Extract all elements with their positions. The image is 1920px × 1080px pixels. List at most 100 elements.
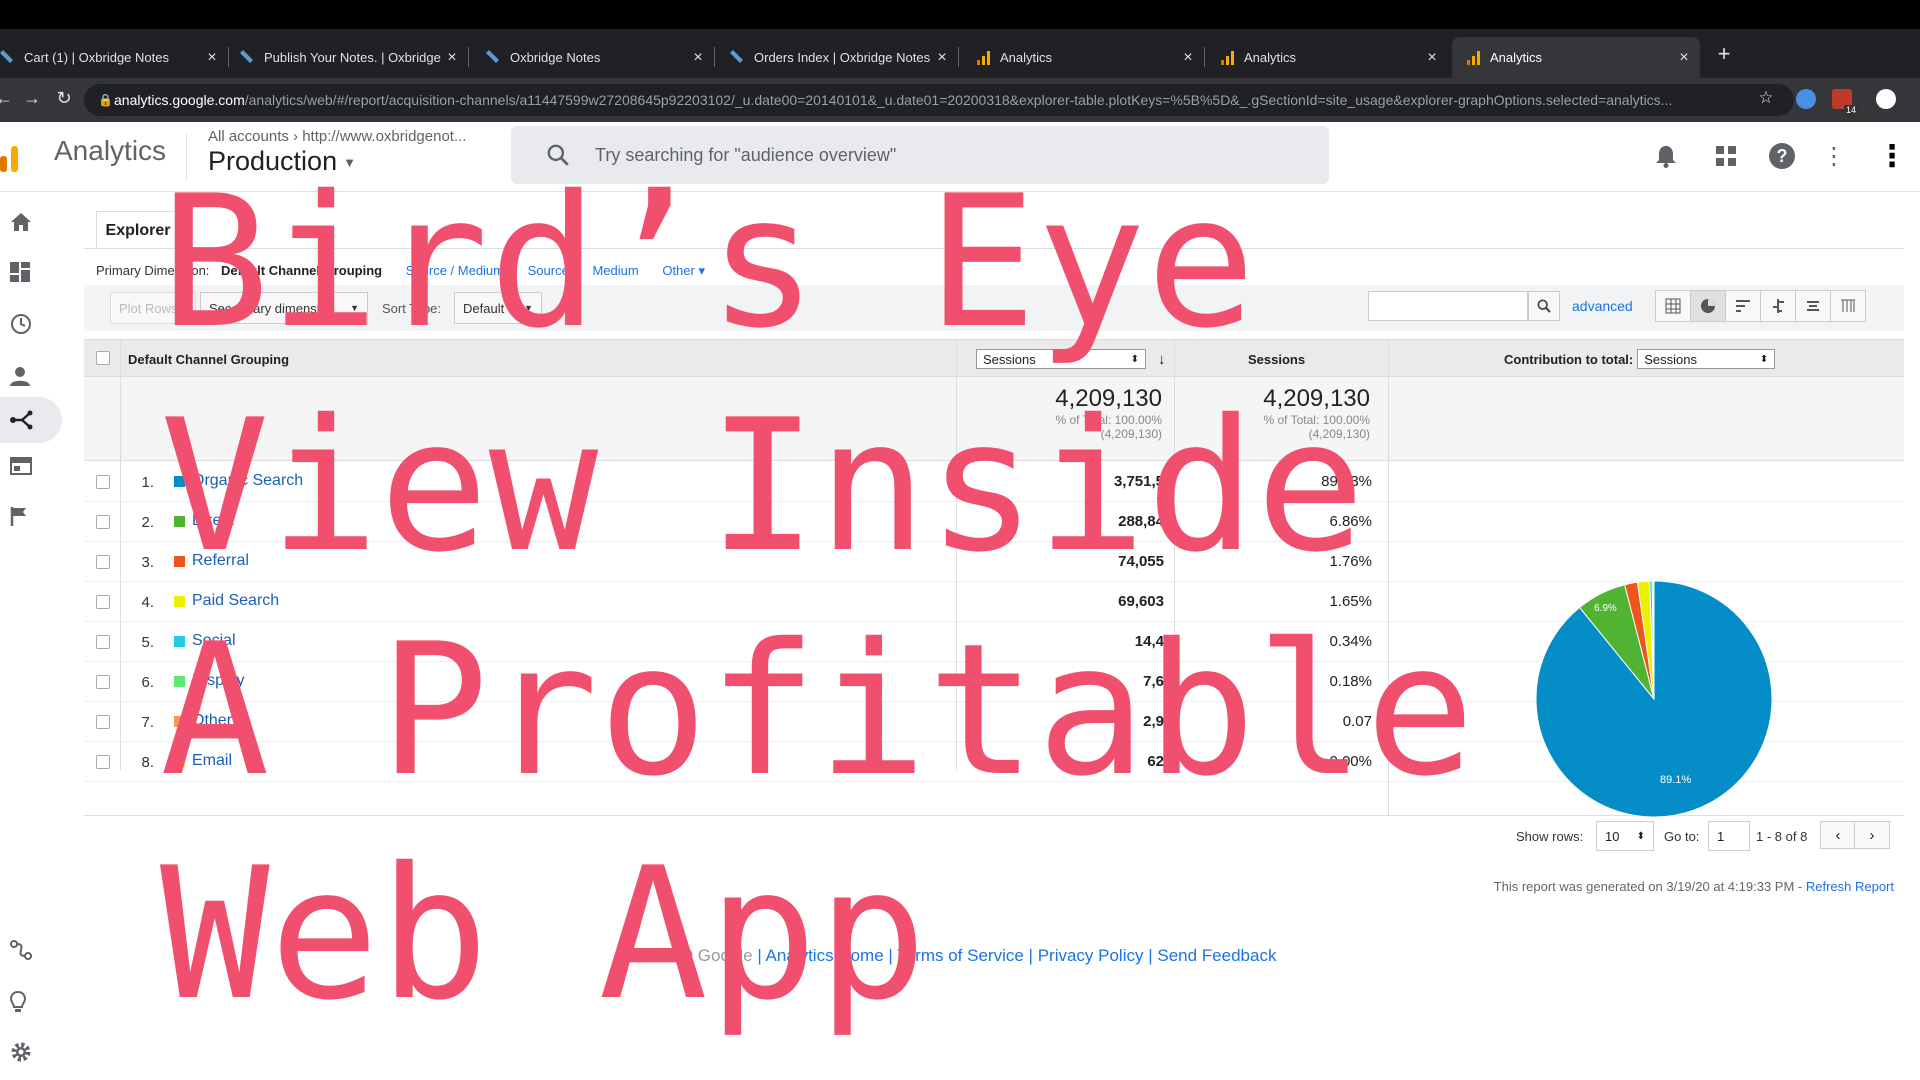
tab-explorer[interactable]: Explorer — [96, 211, 180, 249]
sort-descending-arrow-icon[interactable]: ↓ — [1158, 351, 1166, 368]
tab-title: Publish Your Notes. | Oxbridge N — [264, 50, 442, 65]
header-dimension[interactable]: Default Channel Grouping — [128, 340, 289, 378]
column-divider — [956, 339, 957, 771]
channel-link[interactable]: Organic Search — [192, 472, 303, 490]
close-tab-icon[interactable]: × — [1674, 49, 1694, 67]
browser-tab[interactable]: Orders Index | Oxbridge Notes × — [724, 37, 959, 78]
refresh-report-link[interactable]: Refresh Report — [1806, 879, 1894, 894]
row-checkbox[interactable] — [96, 555, 110, 569]
dimension-link-source[interactable]: Source — [528, 263, 569, 278]
row-checkbox[interactable] — [96, 515, 110, 529]
header-sessions[interactable]: Sessions — [1248, 340, 1305, 378]
more-vert-icon[interactable]: ⋮ — [1818, 140, 1850, 172]
sessions-value: 74,055 — [1118, 553, 1164, 570]
row-index: 8. — [141, 754, 154, 771]
header-metric-selector[interactable]: Sessions ⬍ ↓ — [976, 340, 1166, 378]
back-arrow-icon[interactable]: ← — [0, 88, 16, 109]
extension-badge-icon[interactable]: 14 — [1832, 89, 1858, 115]
select-all-checkbox[interactable] — [96, 351, 110, 365]
channel-link[interactable]: Referral — [192, 552, 249, 570]
new-tab-button[interactable]: + — [1712, 41, 1736, 67]
channel-link[interactable]: Direct — [192, 512, 234, 530]
row-checkbox[interactable] — [96, 635, 110, 649]
browser-tab[interactable]: Analytics × — [970, 37, 1205, 78]
footer-link-privacy[interactable]: Privacy Policy — [1038, 946, 1144, 965]
breadcrumb[interactable]: All accounts › http://www.oxbridgenot... — [208, 128, 466, 145]
help-icon[interactable]: ? — [1766, 140, 1798, 172]
footer-link-analytics-home[interactable]: Analytics Home — [766, 946, 884, 965]
row-checkbox[interactable] — [96, 595, 110, 609]
oxbridge-favicon-icon — [0, 49, 13, 63]
row-checkbox[interactable] — [96, 715, 110, 729]
profile-avatar[interactable] — [1876, 89, 1896, 109]
comparison-view-icon[interactable] — [1760, 290, 1796, 322]
browser-tab[interactable]: Cart (1) | Oxbridge Notes × — [0, 37, 229, 78]
close-tab-icon[interactable]: × — [1178, 49, 1198, 67]
browser-tab[interactable]: Publish Your Notes. | Oxbridge N × — [236, 37, 469, 78]
nav-customization-icon[interactable] — [0, 249, 62, 295]
channel-link[interactable]: Paid Search — [192, 592, 279, 610]
show-rows-select[interactable]: 10 ⬍ — [1596, 821, 1654, 851]
nav-discover-bulb-icon[interactable] — [0, 979, 62, 1025]
row-checkbox[interactable] — [96, 755, 110, 769]
search-bar[interactable]: Try searching for "audience overview" — [511, 126, 1329, 184]
nav-attribution-icon[interactable] — [0, 927, 62, 973]
pie-view-icon[interactable] — [1690, 290, 1726, 322]
browser-tab-active[interactable]: Analytics × — [1452, 37, 1700, 78]
footer-link-terms[interactable]: Terms of Service — [897, 946, 1024, 965]
close-tab-icon[interactable]: × — [202, 49, 222, 67]
next-page-chevron-icon[interactable]: › — [1854, 821, 1890, 849]
close-tab-icon[interactable]: × — [688, 49, 708, 67]
channel-link[interactable]: Social — [192, 632, 236, 650]
prev-page-chevron-icon[interactable]: ‹ — [1820, 821, 1856, 849]
nav-acquisition-icon[interactable] — [0, 397, 62, 443]
property-selector[interactable]: Production ▼ — [208, 146, 356, 177]
close-tab-icon[interactable]: × — [442, 49, 462, 67]
account-menu-icon[interactable]: ⋮ — [1876, 140, 1908, 173]
channel-link[interactable]: Other — [192, 712, 232, 730]
browser-tab[interactable]: Analytics × — [1214, 37, 1448, 78]
pie-slice[interactable] — [1652, 580, 1655, 700]
channel-link[interactable]: Display — [192, 672, 244, 690]
total-absolute: (4,209,130) — [1100, 427, 1162, 441]
dropdown-caret-icon: ▼ — [350, 303, 359, 313]
dimension-link-other[interactable]: Other ▾ — [662, 263, 705, 278]
forward-arrow-icon[interactable]: → — [20, 88, 44, 109]
data-table-view-icon[interactable] — [1655, 290, 1691, 322]
browser-tab[interactable]: Oxbridge Notes × — [480, 37, 715, 78]
view-mode-buttons — [1655, 290, 1866, 322]
goto-input[interactable]: 1 — [1708, 821, 1750, 851]
nav-behavior-icon[interactable] — [0, 443, 62, 489]
series-color-swatch — [174, 676, 185, 687]
secondary-dimension-select[interactable]: Secondary dimension ▼ — [200, 292, 368, 324]
pivot-view-icon[interactable] — [1830, 290, 1866, 322]
sort-type-select[interactable]: Default ▼ — [454, 292, 542, 324]
nav-audience-person-icon[interactable] — [0, 353, 62, 399]
channel-link[interactable]: Email — [192, 752, 232, 770]
table-filter-input[interactable] — [1368, 291, 1528, 321]
nav-admin-gear-icon[interactable] — [0, 1029, 62, 1075]
bookmark-star-icon[interactable]: ☆ — [1754, 88, 1778, 108]
analytics-favicon-icon — [1467, 50, 1480, 65]
notifications-bell-icon[interactable] — [1650, 140, 1682, 172]
nav-realtime-clock-icon[interactable] — [0, 301, 62, 347]
nav-home-icon[interactable] — [0, 199, 62, 245]
footer-link-feedback[interactable]: Send Feedback — [1157, 946, 1276, 965]
dimension-link-source-medium[interactable]: Source / Medium — [406, 263, 504, 278]
nav-conversions-flag-icon[interactable] — [0, 493, 62, 539]
term-cloud-view-icon[interactable] — [1795, 290, 1831, 322]
performance-view-icon[interactable] — [1725, 290, 1761, 322]
advanced-filter-link[interactable]: advanced — [1572, 298, 1633, 314]
close-tab-icon[interactable]: × — [932, 49, 952, 67]
close-tab-icon[interactable]: × — [1422, 49, 1442, 67]
dimension-link-medium[interactable]: Medium — [592, 263, 638, 278]
contribution-select[interactable]: Sessions ⬍ — [1637, 349, 1776, 369]
apps-grid-icon[interactable] — [1710, 140, 1742, 172]
reload-icon[interactable]: ↻ — [52, 88, 76, 109]
plot-rows-button[interactable]: Plot Rows — [110, 292, 196, 324]
extension-icon[interactable] — [1796, 89, 1816, 109]
url-field[interactable]: 🔒 analytics.google.com/analytics/web/#/r… — [84, 84, 1794, 116]
table-filter-search-button[interactable] — [1528, 291, 1560, 321]
row-checkbox[interactable] — [96, 675, 110, 689]
row-checkbox[interactable] — [96, 475, 110, 489]
